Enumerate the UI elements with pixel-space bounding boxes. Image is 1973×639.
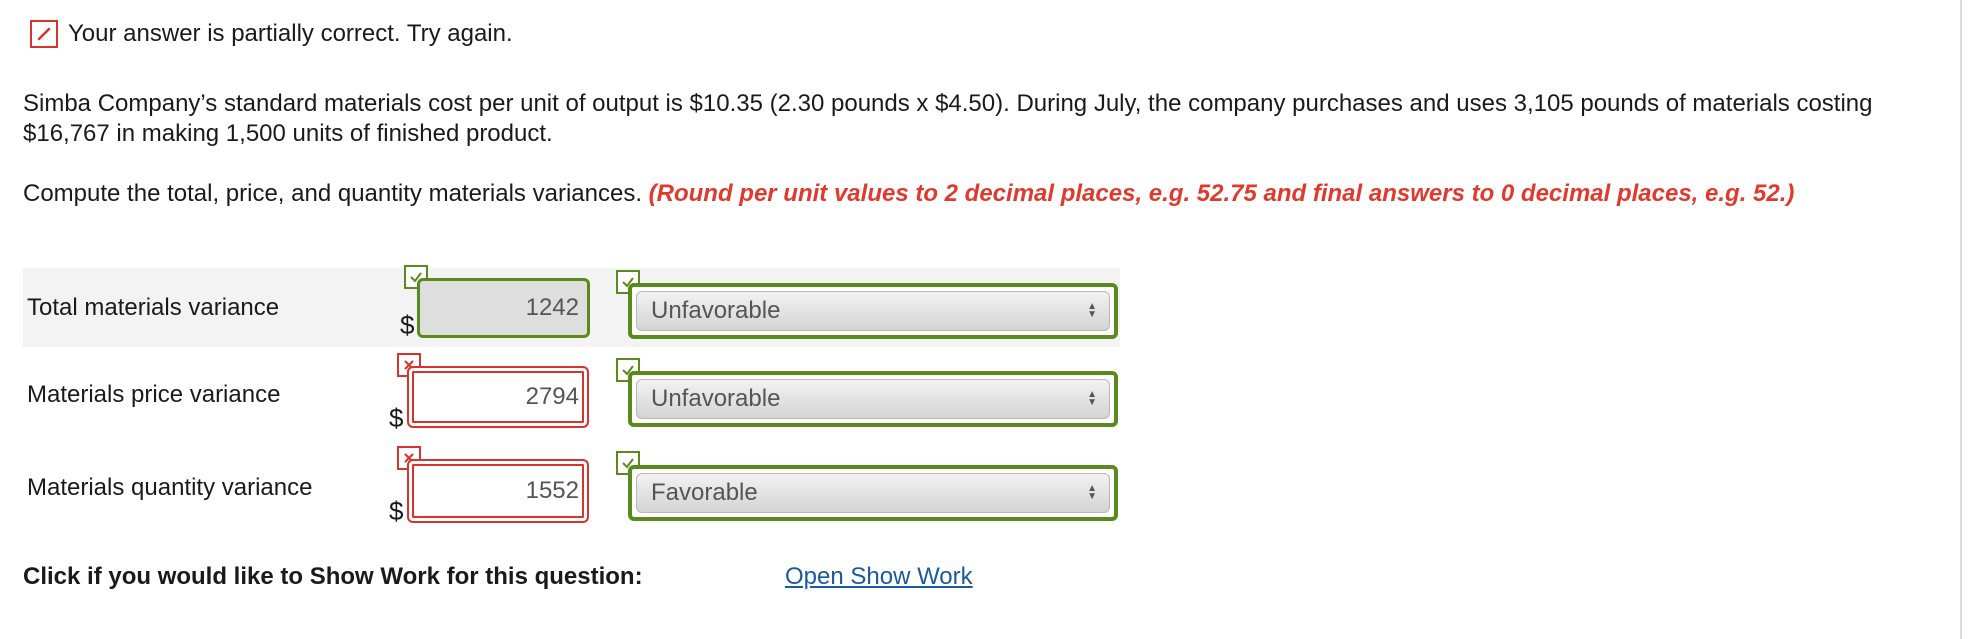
feedback-banner: Your answer is partially correct. Try ag… bbox=[30, 20, 513, 48]
page-right-border bbox=[1960, 0, 1962, 639]
price-variance-select-wrapper: Unfavorable ▲ ▼ bbox=[628, 371, 1118, 427]
select-arrows-icon: ▲ ▼ bbox=[1087, 389, 1097, 408]
currency-symbol: $ bbox=[389, 403, 404, 433]
select-value: Favorable bbox=[651, 479, 758, 506]
prompt-text: Compute the total, price, and quantity m… bbox=[23, 180, 642, 207]
currency-symbol: $ bbox=[389, 496, 404, 526]
row-label-quantity: Materials quantity variance bbox=[27, 474, 313, 501]
price-variance-input[interactable]: 2794 bbox=[407, 366, 589, 428]
rounding-instruction: (Round per unit values to 2 decimal plac… bbox=[648, 180, 1795, 207]
open-show-work-link[interactable]: Open Show Work bbox=[785, 563, 973, 591]
pencil-icon bbox=[30, 20, 58, 48]
problem-statement: Simba Company’s standard materials cost … bbox=[23, 90, 1873, 147]
quantity-variance-select-wrapper: Favorable ▲ ▼ bbox=[628, 465, 1118, 521]
feedback-message: Your answer is partially correct. Try ag… bbox=[68, 20, 513, 47]
total-variance-select[interactable]: Unfavorable ▲ ▼ bbox=[636, 291, 1110, 331]
quantity-variance-select[interactable]: Favorable ▲ ▼ bbox=[636, 473, 1110, 513]
quantity-variance-input[interactable]: 1552 bbox=[407, 459, 589, 523]
row-label-price: Materials price variance bbox=[27, 381, 281, 408]
currency-symbol: $ bbox=[400, 310, 415, 340]
select-value: Unfavorable bbox=[651, 297, 781, 324]
total-variance-select-wrapper: Unfavorable ▲ ▼ bbox=[628, 283, 1118, 339]
select-arrows-icon: ▲ ▼ bbox=[1087, 301, 1097, 320]
select-value: Unfavorable bbox=[651, 385, 781, 412]
select-arrows-icon: ▲ ▼ bbox=[1087, 483, 1097, 502]
price-variance-select[interactable]: Unfavorable ▲ ▼ bbox=[636, 379, 1110, 419]
total-variance-input[interactable]: 1242 bbox=[417, 278, 590, 338]
show-work-prompt: Click if you would like to Show Work for… bbox=[23, 563, 643, 590]
row-label-total: Total materials variance bbox=[27, 294, 280, 321]
question-prompt: Compute the total, price, and quantity m… bbox=[23, 179, 1943, 209]
